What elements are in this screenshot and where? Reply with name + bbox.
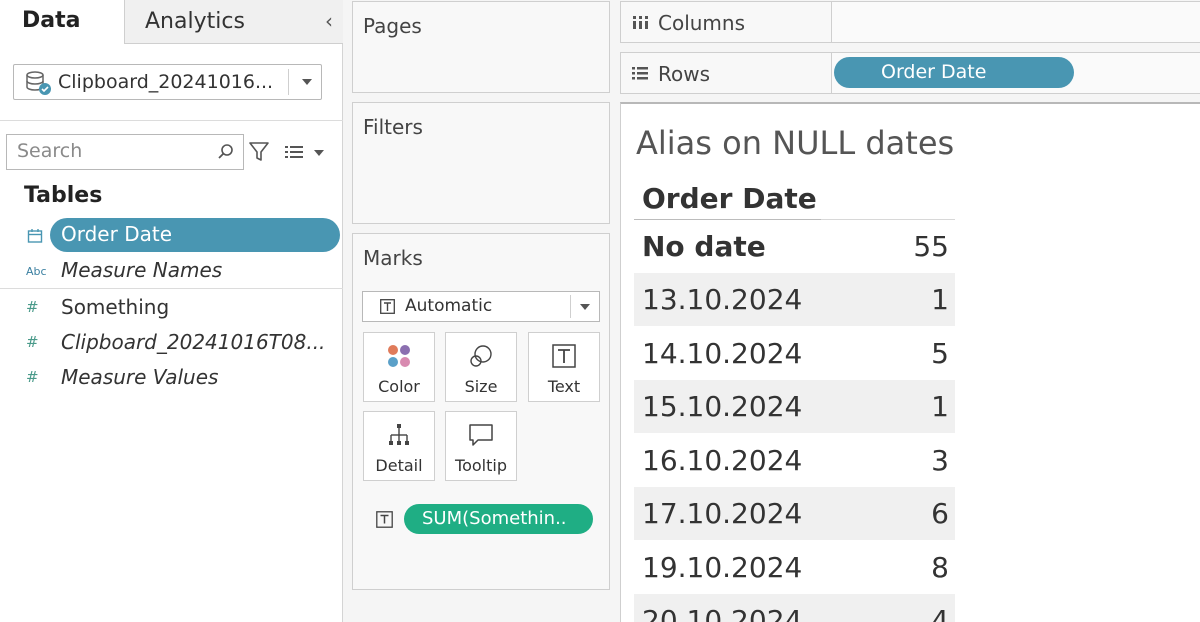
tab-analytics-label: Analytics [145,9,245,34]
rows-label: Rows [658,62,711,86]
divider [0,120,343,121]
row-date: 20.10.2024 [642,604,803,622]
hash-icon: # [26,333,39,351]
data-pane: Data Analytics ‹ Clipboard_20241016... T… [0,0,343,622]
text-mark-icon [376,511,393,528]
datasource-select[interactable]: Clipboard_20241016... [13,64,322,100]
calendar-icon [27,229,43,243]
columns-icon [633,16,648,29]
table-row[interactable]: 15.10.2024 1 [634,380,955,433]
dropdown-separator [570,295,571,318]
color-icon [388,345,410,367]
abc-icon: Abc [26,265,47,278]
view-list-icon[interactable] [284,144,304,160]
hash-icon: # [26,298,39,316]
datasource-icon [26,71,51,95]
field-label: Something [61,295,170,319]
table-row[interactable]: 16.10.2024 3 [634,434,955,487]
tab-data[interactable]: Data [0,0,124,44]
field-something[interactable]: # Something [0,291,343,325]
row-value: 1 [931,390,949,423]
tables-heading: Tables [24,183,103,208]
hash-icon: # [26,368,39,386]
pages-card[interactable]: Pages [352,1,610,93]
columns-label: Columns [658,11,746,35]
mark-type-label: Automatic [405,296,493,316]
field-measure-values[interactable]: # Measure Values [0,361,343,395]
tooltip-button[interactable]: Tooltip [445,411,517,481]
order-date-pill[interactable]: Order Date [834,57,1074,88]
row-value: 3 [931,444,949,477]
rows-shelf-label: Rows [620,52,832,94]
field-label: Order Date [61,222,172,246]
filter-icon[interactable] [248,140,270,164]
pages-title: Pages [363,14,422,38]
marks-title: Marks [363,246,423,270]
table-row[interactable]: 17.10.2024 6 [634,487,955,540]
row-value: 6 [931,497,949,530]
rows-icon [632,67,648,80]
row-value: 1 [931,283,949,316]
row-value: 4 [931,604,949,622]
search-box[interactable] [6,134,244,170]
row-date: 19.10.2024 [642,551,803,584]
table-row[interactable]: 14.10.2024 5 [634,327,955,380]
row-date: 13.10.2024 [642,283,803,316]
detail-label: Detail [375,456,423,475]
row-date: 14.10.2024 [642,337,803,370]
dropdown-separator [288,69,289,95]
detail-icon [389,424,409,445]
collapse-pane-icon[interactable]: ‹ [325,9,333,33]
text-mark-icon [380,299,395,314]
color-button[interactable]: Color [363,332,435,402]
size-icon [470,345,492,367]
chevron-down-icon[interactable] [314,150,324,156]
divider [0,288,343,289]
text-label: Text [547,377,581,396]
search-input[interactable] [17,140,207,162]
size-label: Size [464,377,498,396]
column-header[interactable]: Order Date [642,182,817,215]
row-value: 8 [931,551,949,584]
columns-shelf-label: Columns [620,1,832,43]
tooltip-label: Tooltip [455,456,507,475]
field-clipboard-count[interactable]: # Clipboard_20241016T08... [0,326,343,360]
sum-something-pill[interactable]: SUM(Somethin.. [404,504,593,534]
table-row[interactable]: No date 55 [634,220,955,273]
field-label: Clipboard_20241016T08... [61,330,326,354]
color-label: Color [378,377,420,396]
row-value: 55 [913,230,949,263]
table-row[interactable]: 20.10.2024 4 [634,594,955,622]
chevron-down-icon [580,304,590,310]
sheet-title: Alias on NULL dates [636,124,955,162]
tab-analytics[interactable]: Analytics ‹ [124,0,343,44]
field-label: Measure Values [61,365,219,389]
tooltip-icon [469,424,493,446]
row-value: 5 [931,337,949,370]
filters-title: Filters [363,115,423,139]
chevron-down-icon [302,79,312,85]
text-button[interactable]: Text [528,332,600,402]
row-date: 16.10.2024 [642,444,803,477]
field-measure-names[interactable]: Abc Measure Names [0,254,343,288]
row-date: 15.10.2024 [642,390,803,423]
filters-card[interactable]: Filters [352,102,610,224]
detail-button[interactable]: Detail [363,411,435,481]
row-date: No date [642,230,766,263]
columns-drop-zone[interactable] [832,1,1200,43]
field-label: Measure Names [61,258,223,282]
row-date: 17.10.2024 [642,497,803,530]
text-icon [552,344,576,368]
datasource-label: Clipboard_20241016... [58,71,274,93]
search-icon [218,144,233,159]
table-row[interactable]: 13.10.2024 1 [634,273,955,326]
table-row[interactable]: 19.10.2024 8 [634,541,955,594]
columns-shelf: Columns [620,1,1200,43]
size-button[interactable]: Size [445,332,517,402]
mark-type-select[interactable]: Automatic [362,291,600,322]
field-order-date[interactable]: Order Date [0,218,343,252]
